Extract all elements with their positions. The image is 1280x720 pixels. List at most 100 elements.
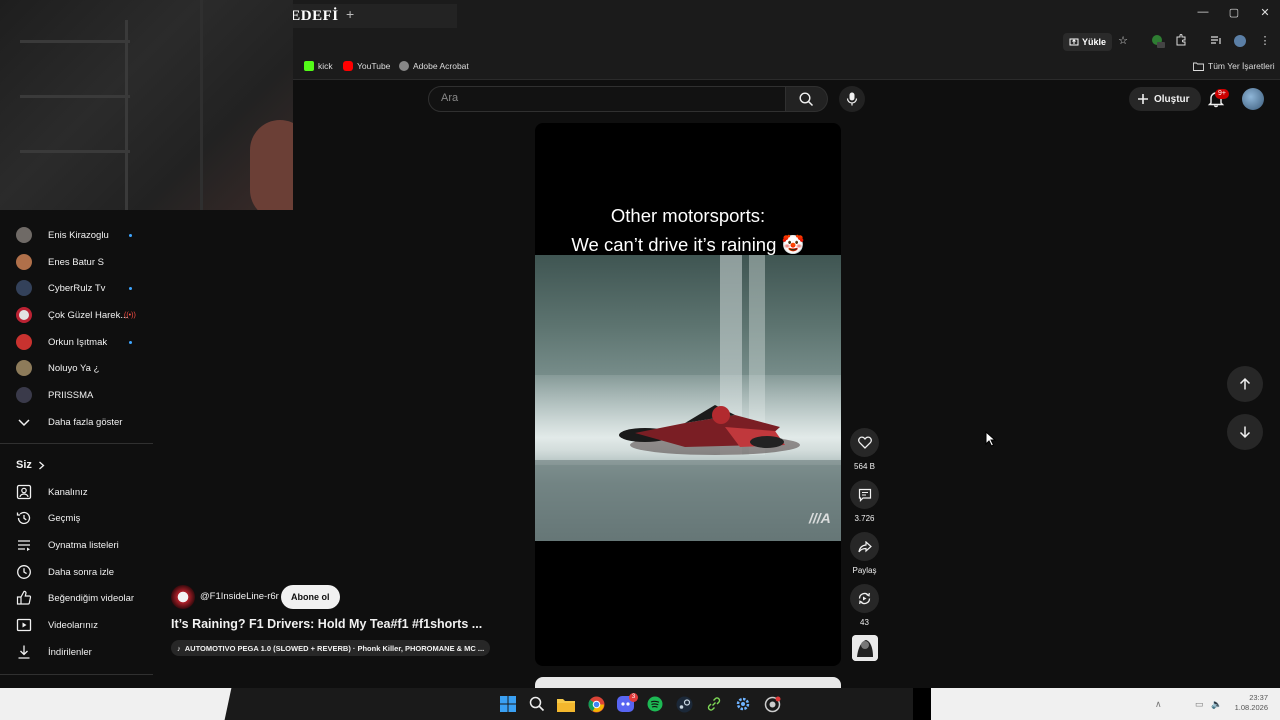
video-caption-overlay: Other motorsports: We can’t drive it’s r… [535, 201, 841, 259]
subscription-label: CyberRulz Tv [48, 282, 106, 294]
bookmark-youtube[interactable]: YouTube [343, 61, 390, 71]
show-more-button[interactable]: Daha fazla göster [0, 409, 155, 435]
bookmark-adobe-acrobat[interactable]: Adobe Acrobat [399, 61, 469, 71]
remix-button[interactable] [850, 584, 879, 613]
upload-button[interactable]: Yükle [1063, 33, 1113, 51]
comment-icon [858, 488, 871, 502]
sidebar-subscription-enes-batur[interactable]: Enes Batur S [0, 249, 155, 275]
channel-avatar[interactable] [171, 585, 195, 609]
media-controls-icon[interactable] [1208, 34, 1224, 50]
sidebar-item-your-videos[interactable]: Videolarınız [0, 612, 155, 638]
previous-short-button[interactable] [1227, 366, 1263, 402]
webcam-overlay [0, 0, 293, 210]
subscription-label: PRIISSMA [48, 389, 94, 401]
mouse-cursor-icon [985, 431, 997, 447]
extension-badge-icon[interactable] [1150, 34, 1166, 50]
shorts-video-player[interactable]: Other motorsports: We can’t drive it’s r… [535, 123, 841, 666]
arrow-down-icon [1239, 426, 1251, 439]
voice-search-button[interactable] [839, 86, 865, 112]
maximize-button[interactable]: ▢ [1224, 6, 1244, 19]
next-short-button[interactable] [1227, 414, 1263, 450]
create-button[interactable]: Oluştur [1129, 87, 1201, 111]
settings-app-icon[interactable] [734, 695, 752, 713]
close-button[interactable]: ✕ [1255, 6, 1275, 19]
sidebar-item-history[interactable]: Geçmiş [0, 505, 155, 531]
bookmark-label: Adobe Acrobat [413, 61, 469, 71]
sidebar-item-label: Videolarınız [48, 619, 98, 631]
chevron-right-icon [38, 461, 45, 469]
channel-avatar [16, 360, 32, 376]
stream-overlay-bar [913, 688, 931, 720]
bookmark-star-icon[interactable]: ☆ [1115, 34, 1131, 50]
caption-line: Other motorsports: [610, 205, 766, 226]
steam-icon[interactable] [675, 695, 693, 713]
channel-avatar [16, 280, 32, 296]
sidebar-item-liked-videos[interactable]: Beğendiğim videolar [0, 585, 155, 611]
spotify-icon[interactable] [646, 695, 664, 713]
sidebar-subscription-cok-guzel-hareketler[interactable]: Çok Güzel Harek... ((•)) [0, 302, 155, 328]
search-box[interactable] [428, 86, 786, 112]
new-content-dot [129, 286, 132, 290]
you-section-header[interactable]: Siz [16, 459, 45, 471]
profile-avatar-icon[interactable] [1232, 34, 1248, 50]
sidebar-subscription-cyberrulz[interactable]: CyberRulz Tv [0, 275, 155, 301]
live-indicator-icon: ((•)) [124, 311, 136, 319]
bookmark-kick[interactable]: kick [304, 61, 333, 71]
search-input[interactable] [441, 92, 771, 104]
taskbar-search-icon[interactable] [528, 695, 546, 713]
extensions-puzzle-icon[interactable] [1173, 34, 1189, 50]
recording-app-icon[interactable] [763, 695, 781, 713]
arrow-up-icon [1239, 377, 1251, 390]
upload-icon [1069, 38, 1079, 46]
sidebar-item-label: Oynatma listeleri [48, 539, 119, 551]
channel-avatar [16, 387, 32, 403]
video-frame-art: ///A [535, 255, 841, 541]
sidebar-subscription-enis-kirazoglu[interactable]: Enis Kirazoglu [0, 222, 155, 248]
channel-handle[interactable]: @F1InsideLine-r6r [200, 591, 279, 602]
windows-start-icon[interactable] [499, 695, 517, 713]
microphone-icon [846, 92, 858, 106]
volume-icon[interactable]: 🔈 [1211, 699, 1222, 710]
music-chip[interactable]: ♪ AUTOMOTIVO PEGA 1.0 (SLOWED + REVERB) … [171, 640, 490, 656]
share-button[interactable] [850, 532, 879, 561]
new-content-dot [129, 340, 132, 344]
history-icon [16, 511, 31, 525]
chrome-icon[interactable] [587, 695, 605, 713]
comment-count: 3.726 [854, 514, 875, 523]
browser-menu-icon[interactable]: ⋮ [1257, 34, 1273, 50]
subscribe-button[interactable]: Abone ol [281, 585, 340, 609]
new-content-dot [129, 233, 132, 237]
sidebar-item-label: Geçmiş [48, 512, 81, 524]
sidebar-subscription-orkun-isitmak[interactable]: Orkun Işıtmak [0, 329, 155, 355]
sidebar-item-downloads[interactable]: İndirilenler [0, 639, 155, 665]
account-avatar[interactable] [1242, 88, 1264, 110]
subscription-label: Noluyo Ya ¿ [48, 362, 100, 374]
like-button[interactable] [850, 428, 879, 457]
all-bookmarks-folder[interactable]: Tüm Yer İşaretleri [1193, 61, 1275, 71]
sidebar-item-watch-later[interactable]: Daha sonra izle [0, 559, 155, 585]
sidebar-subscription-priissma[interactable]: PRIISSMA [0, 382, 155, 408]
new-tab-button[interactable]: + [346, 6, 354, 22]
comments-button[interactable] [850, 480, 879, 509]
sidebar-item-playlists[interactable]: Oynatma listeleri [0, 532, 155, 558]
minimize-button[interactable]: — [1193, 6, 1213, 18]
heart-icon [857, 436, 872, 449]
sound-thumbnail[interactable] [852, 635, 878, 661]
download-icon [18, 645, 30, 659]
create-label: Oluştur [1154, 93, 1190, 105]
network-icon[interactable]: ▭ [1195, 699, 1204, 710]
tray-chevron-icon[interactable]: ∧ [1155, 699, 1162, 710]
sidebar-divider [0, 674, 153, 675]
sidebar-item-your-channel[interactable]: Kanalınız [0, 479, 155, 505]
thumbs-up-icon [16, 590, 32, 605]
remix-count: 43 [860, 618, 869, 627]
channel-avatar [16, 307, 32, 323]
link-app-icon[interactable] [705, 695, 723, 713]
taskbar-clock[interactable]: 23:37 1.08.2026 [1232, 693, 1268, 713]
search-button[interactable] [786, 86, 828, 112]
share-icon [857, 540, 872, 552]
video-title[interactable]: It’s Raining? F1 Drivers: Hold My Tea#f1… [171, 617, 482, 631]
like-count: 564 B [854, 462, 875, 471]
file-explorer-icon[interactable] [557, 695, 575, 713]
sidebar-subscription-noluyo-ya[interactable]: Noluyo Ya ¿ [0, 355, 155, 381]
